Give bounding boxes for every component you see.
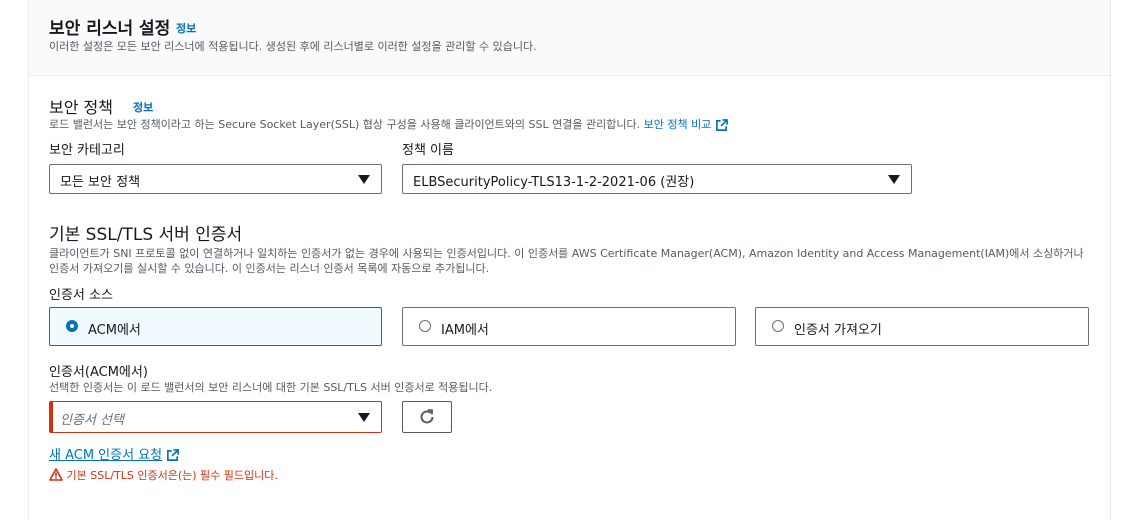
panel-title: 보안 리스너 설정	[49, 19, 171, 39]
policy-name-select[interactable]: ELBSecurityPolicy-TLS13-1-2-2021-06 (권장)	[402, 164, 912, 194]
acm-certificate-select[interactable]: 인증서 선택	[49, 401, 382, 433]
caret-down-icon	[358, 175, 370, 184]
refresh-certificates-button[interactable]	[402, 401, 452, 433]
caret-down-icon	[888, 175, 900, 184]
caret-down-icon	[358, 413, 370, 422]
request-acm-certificate-row: 새 ACM 인증서 요청	[49, 444, 180, 463]
security-policy-description-text: 로드 밸런서는 보안 정책이라고 하는 Secure Socket Layer(…	[49, 118, 641, 131]
refresh-icon	[420, 409, 434, 424]
certificate-error-message: 기본 SSL/TLS 인증서은(는) 필수 필드입니다.	[66, 469, 278, 482]
source-option-import[interactable]: 인증서 가져오기	[755, 307, 1089, 346]
external-link-icon	[715, 118, 728, 131]
acm-certificate-description: 선택한 인증서는 이 로드 밸런서의 보안 리스너에 대한 기본 SSL/TLS…	[49, 381, 493, 394]
warning-icon	[49, 468, 63, 481]
compare-policies-link[interactable]: 보안 정책 비교	[644, 118, 712, 131]
source-option-acm[interactable]: ACM에서	[49, 307, 382, 346]
security-category-select[interactable]: 모든 보안 정책	[49, 164, 382, 194]
panel-header	[29, 0, 1110, 76]
policy-name-label: 정책 이름	[402, 143, 454, 158]
panel-description: 이러한 설정은 모든 보안 리스너에 적용됩니다. 생성된 후에 리스너별로 이…	[49, 40, 537, 53]
source-option-iam[interactable]: IAM에서	[402, 307, 736, 346]
security-category-label: 보안 카테고리	[49, 143, 125, 158]
security-policy-title: 보안 정책	[49, 98, 113, 117]
source-option-import-label: 인증서 가져오기	[794, 323, 882, 338]
source-option-acm-label: ACM에서	[88, 323, 141, 338]
external-link-icon	[167, 449, 180, 461]
security-policy-info-link[interactable]: 정보	[133, 99, 153, 115]
radio-selected-icon	[66, 320, 78, 332]
acm-certificate-placeholder: 인증서 선택	[60, 413, 124, 428]
security-policy-description: 로드 밸런서는 보안 정책이라고 하는 Secure Socket Layer(…	[49, 117, 728, 132]
header-info-link[interactable]: 정보	[176, 20, 196, 36]
request-acm-certificate-link[interactable]: 새 ACM 인증서 요청	[49, 448, 162, 463]
certificate-error-row: 기본 SSL/TLS 인증서은(는) 필수 필드입니다.	[49, 467, 278, 483]
certificate-description-line1: 클라이언트가 SNI 프로토콜 없이 연결하거나 일치하는 인증서가 없는 경우…	[49, 247, 1084, 260]
certificate-description-line2: 인증서 가져오기를 실시할 수 있습니다. 이 인증서는 리스너 인증서 목록에…	[49, 262, 490, 275]
radio-unselected-icon	[772, 320, 784, 332]
source-option-iam-label: IAM에서	[441, 323, 489, 338]
certificate-source-label: 인증서 소스	[49, 288, 113, 303]
policy-name-value: ELBSecurityPolicy-TLS13-1-2-2021-06 (권장)	[413, 175, 695, 190]
security-category-value: 모든 보안 정책	[60, 175, 141, 190]
radio-unselected-icon	[419, 320, 431, 332]
acm-certificate-label: 인증서(ACM에서)	[49, 365, 148, 380]
default-certificate-title: 기본 SSL/TLS 서버 인증서	[49, 225, 243, 245]
